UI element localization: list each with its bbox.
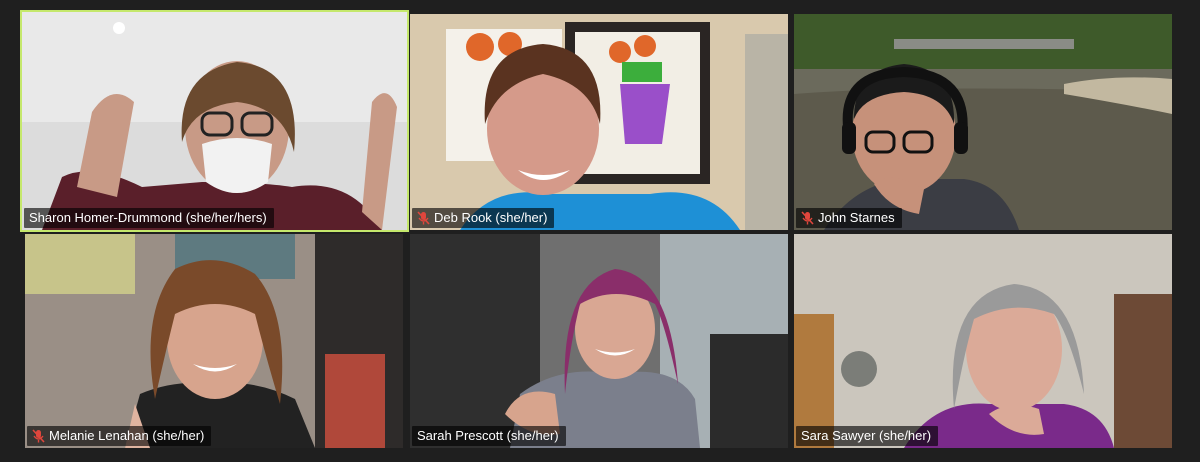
participant-name: Sharon Homer-Drummond (she/her/hers) [29,210,267,225]
gallery-view: Sharon Homer-Drummond (she/her/hers) Deb… [0,0,1200,462]
participant-nameplate: John Starnes [796,208,902,228]
video-feed [22,12,407,230]
participant-nameplate: Melanie Lenahan (she/her) [27,426,212,446]
participant-nameplate: Sharon Homer-Drummond (she/her/hers) [24,208,274,228]
participant-nameplate: Sarah Prescott (she/her) [412,426,566,446]
participant-name: Sarah Prescott (she/her) [417,428,559,443]
video-feed [794,234,1172,448]
participant-name: Sara Sawyer (she/her) [801,428,932,443]
participant-name: Melanie Lenahan (she/her) [49,428,205,443]
video-feed [794,14,1172,230]
participant-nameplate: Sara Sawyer (she/her) [796,426,939,446]
video-feed [410,14,788,230]
microphone-muted-icon [32,429,45,443]
participant-name: Deb Rook (she/her) [434,210,548,225]
video-tile-melanie[interactable]: Melanie Lenahan (she/her) [25,234,403,448]
video-tile-deb[interactable]: Deb Rook (she/her) [410,14,788,230]
participant-name: John Starnes [818,210,895,225]
video-tile-sara[interactable]: Sara Sawyer (she/her) [794,234,1172,448]
microphone-muted-icon [801,211,814,225]
video-feed [25,234,403,448]
video-feed [410,234,788,448]
participant-nameplate: Deb Rook (she/her) [412,208,555,228]
video-tile-sharon[interactable]: Sharon Homer-Drummond (she/her/hers) [20,10,409,232]
video-tile-sarah[interactable]: Sarah Prescott (she/her) [410,234,788,448]
video-tile-john[interactable]: John Starnes [794,14,1172,230]
microphone-muted-icon [417,211,430,225]
